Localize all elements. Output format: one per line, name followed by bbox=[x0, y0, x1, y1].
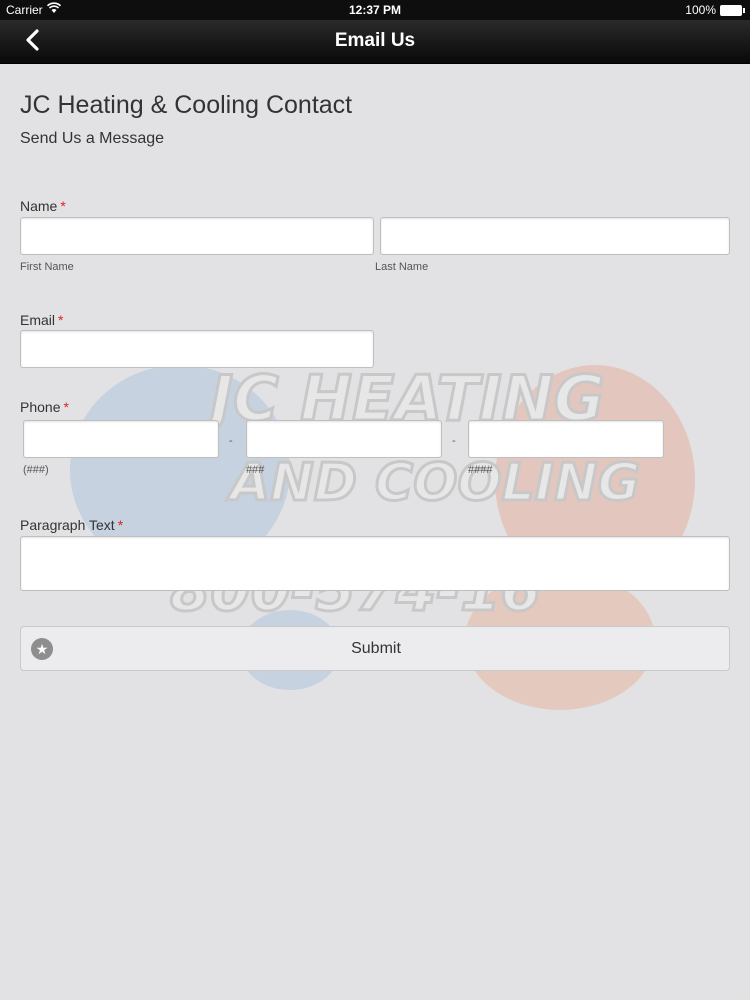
required-marker: * bbox=[63, 399, 69, 415]
email-label: Email * bbox=[20, 312, 63, 328]
phone-area-code-field[interactable] bbox=[23, 420, 219, 458]
phone-prefix-field[interactable] bbox=[246, 420, 442, 458]
phone-label-text: Phone bbox=[20, 399, 61, 415]
required-marker: * bbox=[60, 198, 66, 214]
last-name-field[interactable] bbox=[380, 217, 730, 255]
required-marker: * bbox=[58, 312, 64, 328]
phone-line-field[interactable] bbox=[468, 420, 664, 458]
phone-separator: - bbox=[452, 435, 456, 447]
name-label: Name * bbox=[20, 198, 66, 214]
last-name-hint: Last Name bbox=[375, 261, 429, 273]
form-subheading: Send Us a Message bbox=[20, 130, 165, 147]
phone-separator: - bbox=[229, 435, 233, 447]
paragraph-label-text: Paragraph Text bbox=[20, 517, 115, 533]
phone-line-hint: #### bbox=[468, 464, 493, 476]
first-name-hint: First Name bbox=[20, 261, 74, 273]
page-title: Email Us bbox=[334, 30, 416, 51]
submit-label: Submit bbox=[351, 640, 401, 657]
phone-label: Phone * bbox=[20, 399, 69, 415]
email-label-text: Email bbox=[20, 312, 56, 328]
first-name-field[interactable] bbox=[20, 217, 374, 255]
clock: 12:37 PM bbox=[348, 3, 402, 17]
paragraph-text-field[interactable] bbox=[20, 536, 730, 591]
required-marker: * bbox=[117, 517, 124, 533]
nav-bar: Email Us bbox=[0, 20, 750, 64]
email-field[interactable] bbox=[20, 330, 374, 368]
submit-button[interactable]: ★ Submit bbox=[20, 626, 730, 671]
phone-prefix-hint: ### bbox=[246, 464, 265, 476]
battery-icon bbox=[720, 5, 745, 16]
phone-area-hint: (###) bbox=[23, 464, 49, 476]
status-bar: Carrier 12:37 PM 100% bbox=[0, 0, 750, 20]
battery-percent: 100% bbox=[685, 3, 716, 17]
name-label-text: Name bbox=[20, 198, 58, 214]
form-heading: JC Heating & Cooling Contact bbox=[20, 91, 353, 119]
paragraph-label: Paragraph Text * bbox=[20, 517, 123, 533]
watermark-line2: AND COOLING bbox=[226, 453, 640, 513]
